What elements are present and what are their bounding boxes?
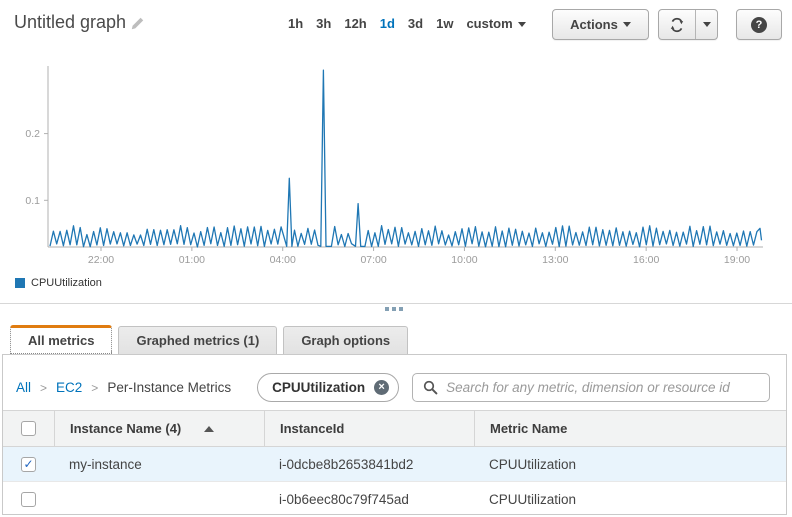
svg-text:22:00: 22:00 (88, 254, 114, 266)
tab-graph-options[interactable]: Graph options (283, 326, 408, 354)
cell-instance-id: i-0dcbe8b2653841bd2 (264, 447, 474, 481)
breadcrumb-separator-icon: > (91, 381, 98, 395)
chart-legend: CPUUtilization (15, 277, 102, 289)
table-row[interactable]: i-0b6eec80c79f745ad CPUUtilization (3, 482, 786, 515)
cell-instance-name (54, 482, 264, 515)
breadcrumb-all[interactable]: All (16, 380, 31, 395)
svg-text:16:00: 16:00 (633, 254, 659, 266)
time-range-12h[interactable]: 12h (344, 16, 366, 31)
refresh-dropdown-button[interactable] (696, 10, 717, 39)
time-range-selector: 1h 3h 12h 1d 3d 1w custom (288, 16, 526, 31)
time-range-3h[interactable]: 3h (316, 16, 331, 31)
legend-label[interactable]: CPUUtilization (31, 277, 102, 289)
cell-instance-name: my-instance (54, 447, 264, 481)
time-range-3d[interactable]: 3d (408, 16, 423, 31)
caret-down-icon (518, 22, 526, 27)
cell-instance-id: i-0b6eec80c79f745ad (264, 482, 474, 515)
svg-text:01:00: 01:00 (179, 254, 205, 266)
time-range-1h[interactable]: 1h (288, 16, 303, 31)
breadcrumb-separator-icon: > (40, 381, 47, 395)
metrics-browser-panel: All > EC2 > Per-Instance Metrics CPUUtil… (2, 354, 787, 515)
table-row[interactable]: ✓ my-instance i-0dcbe8b2653841bd2 CPUUti… (3, 447, 786, 482)
svg-text:04:00: 04:00 (270, 254, 296, 266)
svg-text:13:00: 13:00 (542, 254, 568, 266)
tab-label: Graph options (301, 333, 390, 348)
table-header: Instance Name (4) InstanceId Metric Name (3, 410, 786, 447)
svg-text:0.1: 0.1 (25, 195, 40, 207)
svg-text:0.2: 0.2 (25, 128, 40, 140)
column-header-instance-name[interactable]: Instance Name (4) (54, 411, 264, 446)
search-box (412, 373, 770, 402)
row-checkbox[interactable]: ✓ (21, 457, 36, 472)
pencil-icon (130, 16, 145, 31)
svg-text:07:00: 07:00 (360, 254, 386, 266)
cell-metric-name: CPUUtilization (474, 447, 786, 481)
tab-label: Graphed metrics (1) (136, 333, 259, 348)
column-header-metric-name[interactable]: Metric Name (474, 411, 786, 446)
svg-text:19:00: 19:00 (724, 254, 750, 266)
refresh-button-group (658, 9, 718, 40)
help-icon: ? (751, 17, 767, 33)
column-label: Instance Name (4) (70, 421, 181, 436)
actions-button[interactable]: Actions (552, 9, 649, 40)
row-checkbox[interactable] (21, 492, 36, 507)
column-header-instance-id[interactable]: InstanceId (264, 411, 474, 446)
time-range-1d[interactable]: 1d (380, 16, 395, 31)
section-divider (0, 303, 792, 304)
tab-label: All metrics (28, 333, 94, 348)
metrics-chart: 0.1 0.2 22:00 01:00 04:00 07:00 10:00 13:00 16:0… (0, 55, 792, 305)
edit-title-pencil-icon[interactable] (130, 16, 145, 36)
metrics-tabs: All metrics Graphed metrics (1) Graph op… (10, 326, 408, 354)
time-range-1w[interactable]: 1w (436, 16, 453, 31)
caret-down-icon (623, 22, 631, 27)
search-input[interactable] (446, 380, 759, 395)
filter-tag-cpuutilization: CPUUtilization × (257, 373, 399, 402)
time-range-custom[interactable]: custom (466, 16, 525, 31)
actions-button-label: Actions (570, 17, 618, 32)
sort-ascending-icon (204, 426, 214, 432)
breadcrumb-ec2[interactable]: EC2 (56, 380, 82, 395)
caret-down-icon (703, 22, 711, 27)
search-icon (423, 380, 438, 395)
breadcrumb: All > EC2 > Per-Instance Metrics CPUUtil… (3, 355, 786, 410)
tab-graphed-metrics[interactable]: Graphed metrics (1) (118, 326, 277, 354)
page-title: Untitled graph (14, 12, 126, 33)
legend-color-swatch (15, 278, 25, 288)
filter-tag-remove-button[interactable]: × (374, 380, 389, 395)
column-label: Metric Name (490, 421, 567, 436)
tab-all-metrics[interactable]: All metrics (10, 325, 112, 354)
help-button[interactable]: ? (736, 9, 782, 40)
svg-text:10:00: 10:00 (451, 254, 477, 266)
column-label: InstanceId (280, 421, 344, 436)
cpu-utilization-line-chart: 0.1 0.2 22:00 01:00 04:00 07:00 10:00 13:00 16:0… (0, 55, 792, 305)
select-all-checkbox[interactable] (21, 421, 36, 436)
cell-metric-name: CPUUtilization (474, 482, 786, 515)
refresh-button[interactable] (659, 10, 696, 39)
filter-tag-label: CPUUtilization (272, 380, 365, 395)
refresh-icon (669, 17, 685, 33)
panel-resize-handle[interactable] (383, 305, 405, 313)
breadcrumb-per-instance-metrics: Per-Instance Metrics (107, 380, 231, 395)
